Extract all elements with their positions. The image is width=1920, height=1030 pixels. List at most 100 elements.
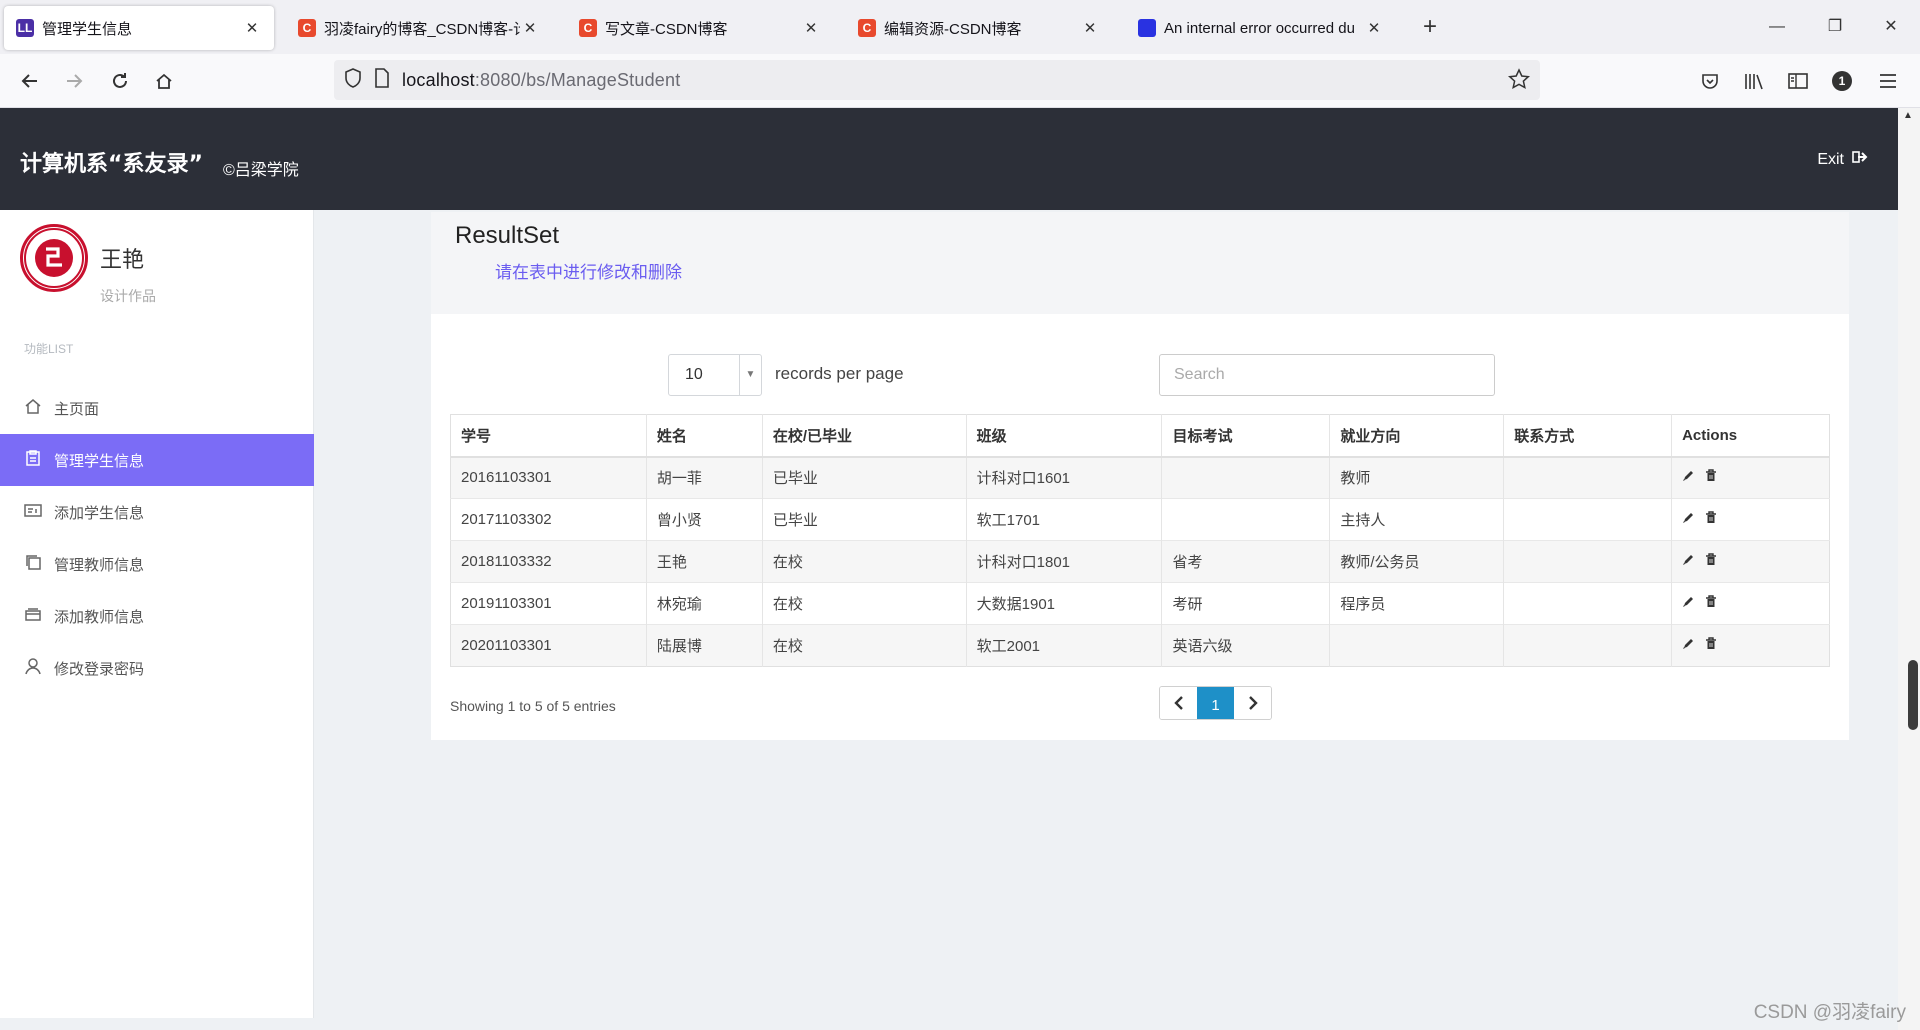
tab-title: An internal error occurred du [1164, 19, 1355, 37]
column-header[interactable]: 班级 [965, 414, 1162, 458]
watermark: CSDN @羽凌fairy [1753, 1002, 1906, 1023]
table-cell: 主持人 [1329, 498, 1504, 541]
delete-trash-icon[interactable] [1705, 511, 1717, 528]
menu-icon[interactable] [1872, 65, 1904, 97]
table-cell [1503, 624, 1672, 667]
edit-pencil-icon[interactable] [1682, 469, 1695, 486]
sidebar-item[interactable]: 添加教师信息 [0, 590, 314, 642]
tab-title: 编辑资源-CSDN博客 [884, 20, 1022, 38]
column-header[interactable]: 就业方向 [1329, 414, 1504, 458]
per-page-label: records per page [775, 364, 904, 383]
library-icon[interactable] [1738, 65, 1770, 97]
tab-close-icon[interactable]: ✕ [520, 19, 540, 37]
profile-role: 设计作品 [100, 288, 156, 304]
delete-trash-icon[interactable] [1705, 469, 1717, 486]
column-header[interactable]: 学号 [450, 414, 647, 458]
sidebar-item[interactable]: 修改登录密码 [0, 642, 314, 694]
table-cell: 计科对口1601 [965, 456, 1162, 499]
table-cell: 大数据1901 [965, 582, 1162, 625]
table-cell [1161, 498, 1330, 541]
section-label: 功能LIST [24, 342, 74, 356]
browser-tab[interactable]: C 羽凌fairy的博客_CSDN博客-计 ✕ [286, 6, 552, 50]
reload-icon[interactable] [104, 65, 136, 97]
edit-pencil-icon[interactable] [1682, 553, 1695, 570]
column-header[interactable]: 联系方式 [1503, 414, 1672, 458]
pocket-icon[interactable] [1694, 65, 1726, 97]
sidebar-item[interactable]: 管理学生信息 [0, 434, 314, 486]
restore-button[interactable]: ❐ [1810, 12, 1860, 42]
table-cell [1161, 456, 1330, 499]
avatar [20, 224, 88, 292]
tab-close-icon[interactable]: ✕ [1080, 19, 1100, 37]
table-cell: 20171103302 [450, 498, 647, 541]
edit-pencil-icon[interactable] [1682, 511, 1695, 528]
table-cell [1329, 624, 1504, 667]
profile-name: 王艳 [100, 247, 145, 272]
next-page-button[interactable] [1234, 687, 1271, 719]
home-icon [24, 397, 42, 419]
table-cell [1503, 498, 1672, 541]
table-cell: 20161103301 [450, 456, 647, 499]
column-header[interactable]: 姓名 [645, 414, 763, 458]
minimize-button[interactable]: — [1752, 12, 1802, 42]
star-icon[interactable] [1507, 68, 1531, 95]
prev-page-button[interactable] [1160, 687, 1197, 719]
records-per-page-select[interactable]: 10 ▼ [668, 354, 762, 396]
page-subtitle: 请在表中进行修改和删除 [495, 263, 682, 282]
forward-icon[interactable] [58, 65, 90, 97]
actions-cell [1671, 582, 1830, 625]
back-icon[interactable] [14, 65, 46, 97]
page-button-current[interactable]: 1 [1197, 687, 1234, 719]
url-text[interactable]: localhost:8080/bs/ManageStudent [402, 70, 680, 91]
table-cell: 胡一菲 [645, 456, 763, 499]
page-icon [374, 67, 390, 93]
sidebar-item[interactable]: 添加学生信息 [0, 486, 314, 538]
showing-entries: Showing 1 to 5 of 5 entries [450, 698, 616, 714]
address-bar[interactable]: localhost:8080/bs/ManageStudent [334, 60, 1540, 100]
edit-pencil-icon[interactable] [1682, 637, 1695, 654]
sidebar-toggle-icon[interactable] [1782, 65, 1814, 97]
scroll-up-icon[interactable]: ▲ [1903, 110, 1913, 121]
table-cell: 曾小贤 [645, 498, 763, 541]
copy-icon [24, 553, 42, 575]
sidebar-item[interactable]: 主页面 [0, 382, 314, 434]
table-cell: 在校 [761, 582, 967, 625]
delete-trash-icon[interactable] [1705, 553, 1717, 570]
tab-favicon-icon: C [579, 19, 597, 37]
table-cell: 考研 [1161, 582, 1330, 625]
column-header[interactable]: 在校/已毕业 [761, 414, 967, 458]
students-table: 学号 姓名 在校/已毕业 班级 目标考试 就业方向 联系方式 Actions 20161103… [450, 414, 1830, 667]
browser-tab[interactable]: An internal error occurred du ✕ [1126, 6, 1396, 50]
home-icon[interactable] [148, 65, 180, 97]
account-badge-icon[interactable]: 1 [1826, 65, 1858, 97]
tab-close-icon[interactable]: ✕ [801, 19, 821, 37]
table-cell: 林宛瑜 [645, 582, 763, 625]
column-header[interactable]: 目标考试 [1161, 414, 1330, 458]
sidebar: 王艳 设计作品 功能LIST 主页面 管理学生信息 添加学生信息 管理教师信息 添加教师… [0, 210, 314, 1018]
tab-favicon-icon: LL [16, 19, 34, 37]
brand-title[interactable]: 计算机系“系友录” [20, 146, 203, 178]
tab-close-icon[interactable]: ✕ [1364, 19, 1384, 37]
tab-close-icon[interactable]: ✕ [242, 19, 262, 37]
search-input[interactable] [1159, 354, 1495, 396]
scroll-thumb[interactable] [1908, 660, 1918, 730]
browser-tab[interactable]: C 编辑资源-CSDN博客 ✕ [846, 6, 1112, 50]
edit-pencil-icon[interactable] [1682, 595, 1695, 612]
table-cell [1503, 456, 1672, 499]
browser-tab-bar: LL 管理学生信息 ✕ C 羽凌fairy的博客_CSDN博客-计 ✕ C 写文章-CSDN博… [0, 0, 1920, 54]
delete-trash-icon[interactable] [1705, 637, 1717, 654]
actions-cell [1671, 540, 1830, 583]
page-scrollbar[interactable]: ▲ [1898, 108, 1920, 1030]
exit-button[interactable]: Exit [1817, 150, 1868, 169]
sidebar-item[interactable]: 管理教师信息 [0, 538, 314, 590]
column-header[interactable]: Actions [1671, 414, 1830, 458]
table-cell [1503, 540, 1672, 583]
new-tab-button[interactable]: + [1418, 12, 1442, 42]
browser-tab[interactable]: LL 管理学生信息 ✕ [4, 6, 274, 50]
table-cell: 20181103332 [450, 540, 647, 583]
window-close-button[interactable]: ✕ [1866, 12, 1916, 42]
delete-trash-icon[interactable] [1705, 595, 1717, 612]
actions-cell [1671, 624, 1830, 667]
browser-tab[interactable]: C 写文章-CSDN博客 ✕ [567, 6, 833, 50]
shield-icon[interactable] [344, 67, 362, 93]
